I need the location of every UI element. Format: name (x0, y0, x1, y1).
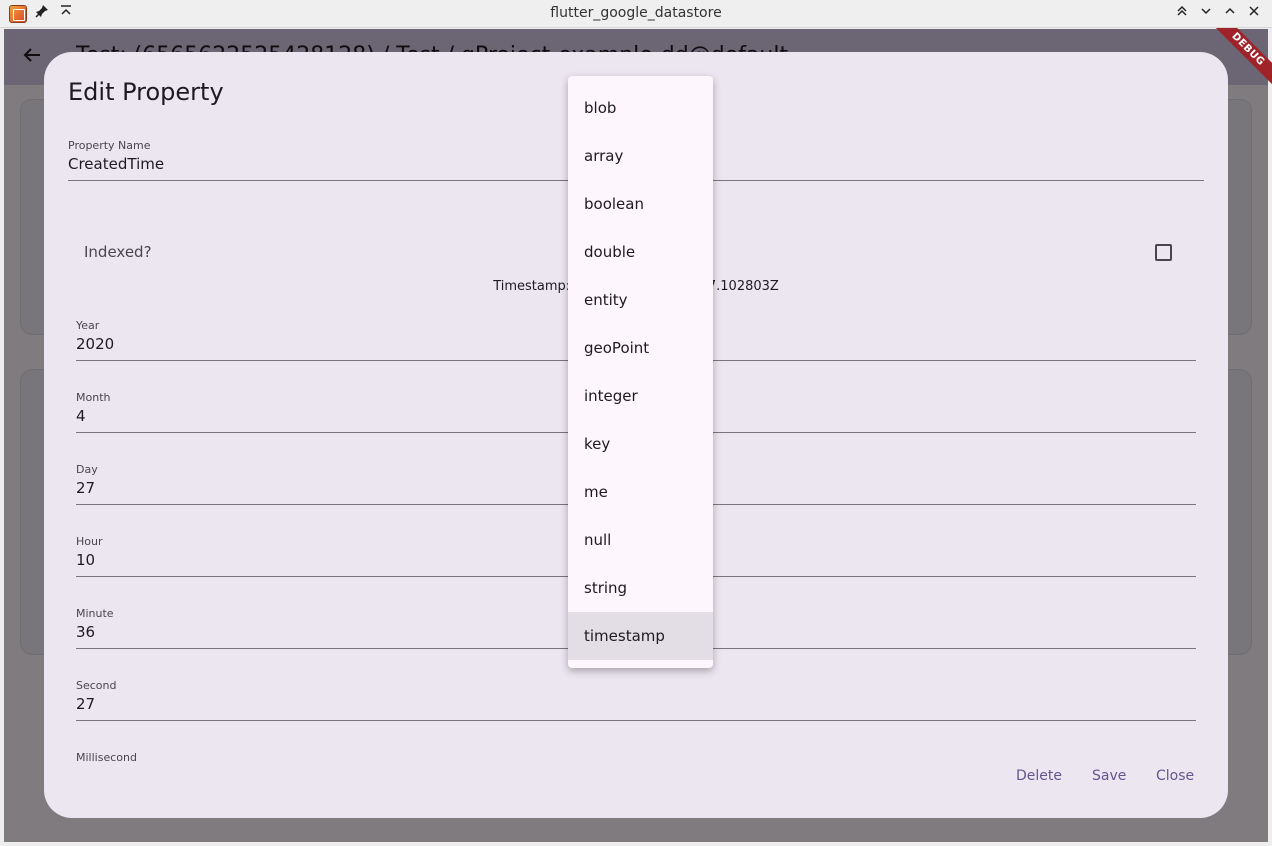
menu-item-integer[interactable]: integer (568, 372, 713, 420)
field-underline (76, 720, 1196, 721)
second-value: 27 (76, 695, 96, 713)
menu-item-me[interactable]: me (568, 468, 713, 516)
dialog-title: Edit Property (68, 78, 224, 106)
menu-item-entity[interactable]: entity (568, 276, 713, 324)
menu-item-blob[interactable]: blob (568, 84, 713, 132)
menu-item-null[interactable]: null (568, 516, 713, 564)
maximize-icon[interactable] (1220, 4, 1240, 24)
close-window-icon[interactable] (1244, 4, 1264, 24)
window-title: flutter_google_datastore (550, 5, 722, 21)
indexed-checkbox[interactable] (1155, 244, 1172, 261)
indexed-label: Indexed? (84, 243, 152, 261)
menu-item-boolean[interactable]: boolean (568, 180, 713, 228)
close-button[interactable]: Close (1156, 768, 1194, 784)
menu-item-timestamp[interactable]: timestamp (568, 612, 713, 660)
millisecond-label: Millisecond (76, 751, 137, 764)
type-dropdown-menu: blob array boolean double entity geoPoin… (568, 76, 713, 668)
second-field[interactable]: Second 27 (76, 679, 1196, 721)
shade-icon[interactable] (1172, 4, 1192, 24)
menu-item-key[interactable]: key (568, 420, 713, 468)
second-label: Second (76, 679, 117, 692)
window-titlebar: flutter_google_datastore (0, 0, 1272, 28)
menu-item-double[interactable]: double (568, 228, 713, 276)
delete-button[interactable]: Delete (1016, 768, 1062, 784)
menu-item-array[interactable]: array (568, 132, 713, 180)
minimize-icon[interactable] (1196, 4, 1216, 24)
menu-item-geopoint[interactable]: geoPoint (568, 324, 713, 372)
save-button[interactable]: Save (1092, 768, 1126, 784)
menu-item-string[interactable]: string (568, 564, 713, 612)
